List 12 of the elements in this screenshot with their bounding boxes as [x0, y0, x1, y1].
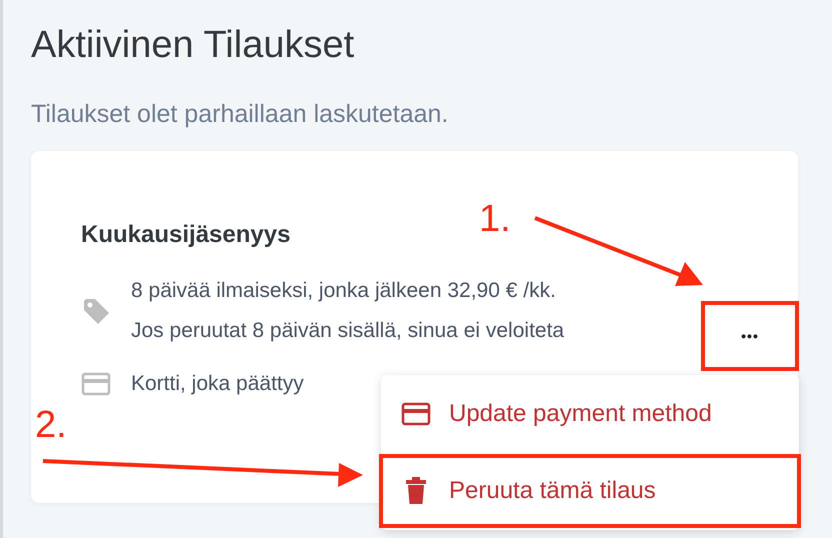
detail-text: Jos peruutat 8 päivän sisällä, sinua ei veloiteta — [131, 319, 564, 343]
menu-item[interactable]: Peruuta tämä tilaus — [381, 456, 799, 526]
annotation-label: 2. — [35, 404, 67, 447]
page-title: Aktiivinen Tilaukset — [31, 23, 356, 68]
detail-text: Kortti, joka päättyy — [131, 372, 304, 396]
detail-text: 8 päivää ilmaiseksi, jonka jälkeen 32,90 € /kk. — [131, 279, 557, 303]
annotation-label: 1. — [479, 198, 511, 241]
subscription-name: Kuukausijäsenyys — [81, 221, 290, 249]
tag-icon — [81, 296, 111, 326]
more-button[interactable]: ••• — [703, 303, 797, 369]
menu-item[interactable]: Update payment method — [381, 378, 799, 449]
page-subtitle: Tilaukset olet parhaillaan laskutetaan. — [31, 100, 448, 129]
